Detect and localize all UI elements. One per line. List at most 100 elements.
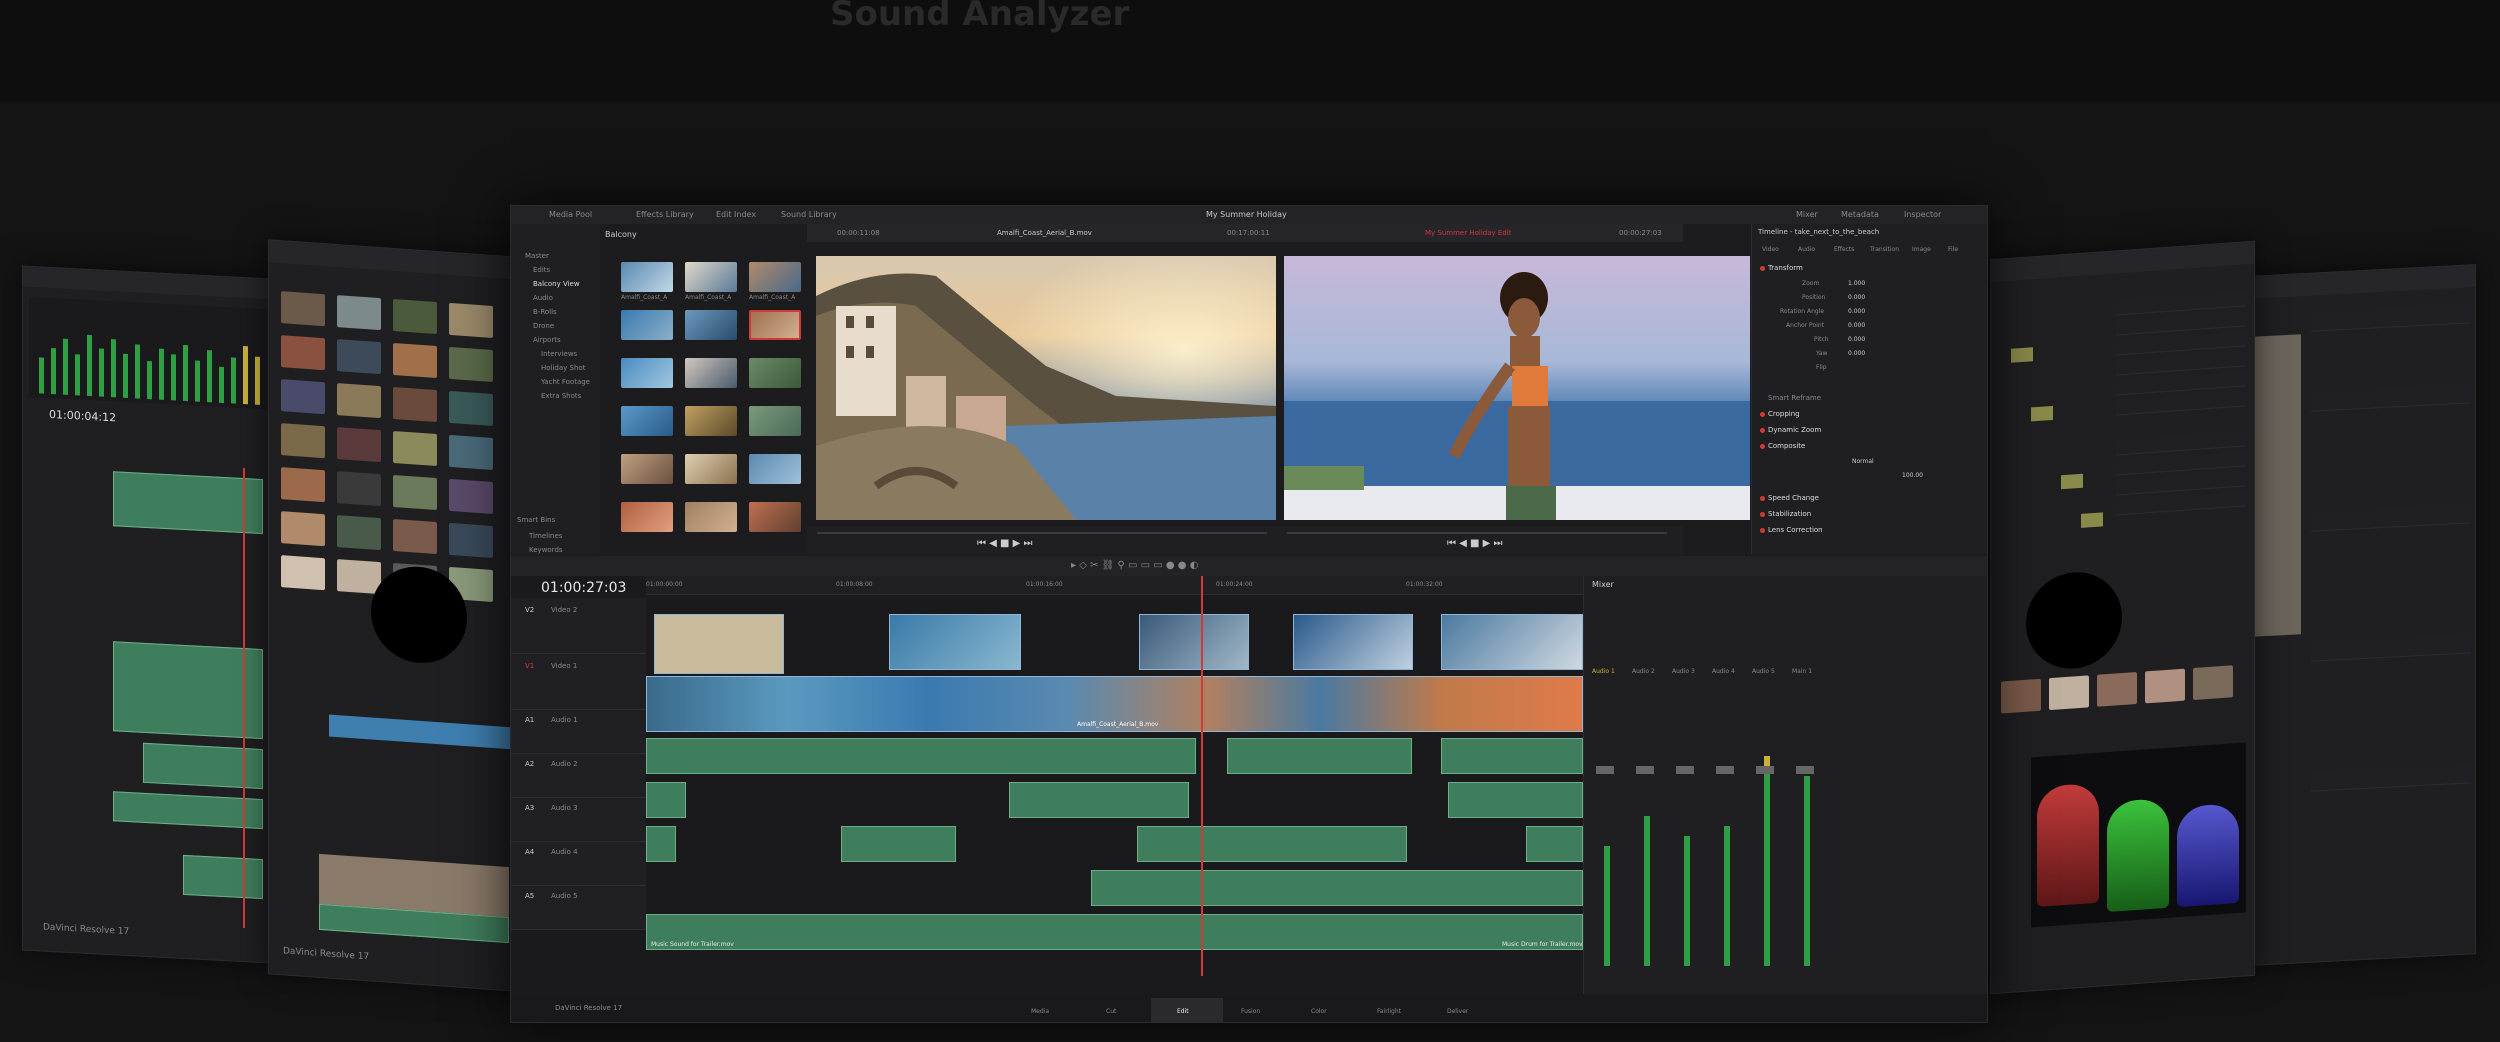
media-thumb[interactable] bbox=[685, 310, 737, 340]
edit-index-button[interactable]: Edit Index bbox=[716, 210, 756, 219]
media-thumb[interactable] bbox=[749, 262, 801, 292]
bin-item[interactable]: Airports bbox=[533, 336, 561, 344]
a3-clip[interactable] bbox=[841, 826, 956, 862]
bin-item[interactable]: B-Rolls bbox=[533, 308, 557, 316]
media-thumb[interactable] bbox=[685, 502, 737, 532]
row-value[interactable]: 0.000 bbox=[1848, 322, 1865, 329]
bin-item[interactable]: Interviews bbox=[541, 350, 577, 358]
row-value[interactable]: 0.000 bbox=[1848, 336, 1865, 343]
bin-item[interactable]: Edits bbox=[533, 266, 550, 274]
media-thumb[interactable] bbox=[621, 502, 673, 532]
timeline-ruler[interactable]: 01:00:00:00 01:00:08:00 01:00:16:00 01:0… bbox=[646, 576, 1583, 595]
bin-item[interactable]: Master bbox=[525, 252, 549, 260]
section-composite[interactable]: Composite bbox=[1768, 442, 1805, 450]
media-thumb[interactable] bbox=[749, 454, 801, 484]
source-viewer[interactable] bbox=[816, 256, 1276, 520]
a1-clip[interactable] bbox=[1227, 738, 1412, 774]
row-value[interactable]: 0.000 bbox=[1848, 308, 1865, 315]
left-audio-clip-4[interactable] bbox=[113, 791, 263, 830]
fader-knob[interactable] bbox=[1676, 766, 1694, 774]
effects-library-button[interactable]: Effects Library bbox=[636, 210, 694, 219]
section-smart-reframe[interactable]: Smart Reframe bbox=[1768, 394, 1821, 402]
left-audio-clip-5[interactable] bbox=[183, 854, 263, 900]
section-lens-correction[interactable]: Lens Correction bbox=[1768, 526, 1823, 534]
a3-clip[interactable] bbox=[646, 826, 676, 862]
a1-clip[interactable] bbox=[646, 738, 1196, 774]
inspector-tab-effects[interactable]: Effects bbox=[1834, 246, 1854, 253]
playhead[interactable] bbox=[1201, 576, 1203, 976]
program-viewer[interactable] bbox=[1284, 256, 1750, 520]
inspector-tab-file[interactable]: File bbox=[1948, 246, 1958, 253]
media-thumb[interactable] bbox=[749, 406, 801, 436]
section-dynamic-zoom[interactable]: Dynamic Zoom bbox=[1768, 426, 1821, 434]
v2-clip[interactable] bbox=[889, 614, 1021, 670]
mixer-button[interactable]: Mixer bbox=[1796, 210, 1818, 219]
metadata-button[interactable]: Metadata bbox=[1841, 210, 1879, 219]
bin-item[interactable]: Balcony View bbox=[533, 280, 580, 288]
section-speed-change[interactable]: Speed Change bbox=[1768, 494, 1819, 502]
fader-knob[interactable] bbox=[1756, 766, 1774, 774]
media-thumb[interactable] bbox=[685, 406, 737, 436]
bin-item[interactable]: Drone bbox=[533, 322, 554, 330]
media-thumb[interactable] bbox=[749, 502, 801, 532]
track-header-a3[interactable]: A3 Audio 3 bbox=[511, 798, 646, 842]
track-header-a1[interactable]: A1 Audio 1 bbox=[511, 710, 646, 754]
a2-clip[interactable] bbox=[1448, 782, 1583, 818]
a4-clip[interactable] bbox=[1091, 870, 1583, 906]
smart-bin-item[interactable]: Keywords bbox=[529, 546, 563, 554]
inspector-tab-audio[interactable]: Audio bbox=[1798, 246, 1815, 253]
media-thumb-selected[interactable] bbox=[749, 310, 801, 340]
page-tab-media[interactable]: Media bbox=[1031, 1008, 1049, 1015]
media-thumb[interactable] bbox=[685, 262, 737, 292]
a1-clip[interactable] bbox=[1441, 738, 1583, 774]
composite-mode[interactable]: Normal bbox=[1852, 458, 1874, 465]
track-header-a4[interactable]: A4 Audio 4 bbox=[511, 842, 646, 886]
track-header-a5[interactable]: A5 Audio 5 bbox=[511, 886, 646, 930]
fader-knob[interactable] bbox=[1636, 766, 1654, 774]
bin-item[interactable]: Extra Shots bbox=[541, 392, 581, 400]
v1-clip[interactable]: Amalfi_Coast_Aerial_B.mov bbox=[646, 676, 1583, 732]
page-tab-color[interactable]: Color bbox=[1311, 1008, 1327, 1015]
media-thumb[interactable] bbox=[621, 262, 673, 292]
media-thumb[interactable] bbox=[621, 310, 673, 340]
left-audio-clip-1[interactable] bbox=[113, 471, 263, 535]
a2-clip[interactable] bbox=[646, 782, 686, 818]
media-thumb[interactable] bbox=[621, 358, 673, 388]
track-header-v2[interactable]: V2 Video 2 bbox=[511, 598, 646, 654]
a2-clip[interactable] bbox=[1009, 782, 1189, 818]
section-transform[interactable]: Transform bbox=[1768, 264, 1803, 272]
fader-knob[interactable] bbox=[1796, 766, 1814, 774]
media-thumb[interactable] bbox=[749, 358, 801, 388]
media-thumb[interactable] bbox=[685, 358, 737, 388]
opacity-value[interactable]: 100.00 bbox=[1902, 472, 1923, 479]
sound-library-button[interactable]: Sound Library bbox=[781, 210, 837, 219]
edit-tools[interactable]: ▸ ◇ ✂ ⛓ ⚲ ▭ ▭ ▭ ● ● ◐ bbox=[1071, 560, 1198, 571]
program-play-controls[interactable]: ⏮ ◀ ■ ▶ ⏭ bbox=[1447, 538, 1503, 549]
smart-bin-item[interactable]: Timelines bbox=[529, 532, 562, 540]
row-value[interactable]: 1.000 bbox=[1848, 280, 1865, 287]
left-audio-clip-3[interactable] bbox=[143, 742, 263, 790]
v2-clip-title[interactable] bbox=[654, 614, 784, 674]
track-header-v1[interactable]: V1 Video 1 bbox=[511, 654, 646, 710]
media-thumb[interactable] bbox=[621, 406, 673, 436]
bin-item[interactable]: Yacht Footage bbox=[541, 378, 590, 386]
bin-item[interactable]: Audio bbox=[533, 294, 553, 302]
left-audio-clip-2[interactable] bbox=[113, 641, 263, 740]
section-cropping[interactable]: Cropping bbox=[1768, 410, 1800, 418]
inspector-button[interactable]: Inspector bbox=[1904, 210, 1941, 219]
media-pool-button[interactable]: Media Pool bbox=[549, 210, 592, 219]
inspector-tab-image[interactable]: Image bbox=[1912, 246, 1931, 253]
row-value[interactable]: 0.000 bbox=[1848, 294, 1865, 301]
page-tab-deliver[interactable]: Deliver bbox=[1447, 1008, 1468, 1015]
media-thumb[interactable] bbox=[621, 454, 673, 484]
page-tab-edit-active[interactable]: Edit bbox=[1151, 998, 1223, 1022]
bin-item[interactable]: Holiday Shot bbox=[541, 364, 585, 372]
inspector-tab-video[interactable]: Video bbox=[1762, 246, 1779, 253]
v2-clip[interactable] bbox=[1441, 614, 1583, 670]
track-header-a2[interactable]: A2 Audio 2 bbox=[511, 754, 646, 798]
v2-clip[interactable] bbox=[1139, 614, 1249, 670]
media-thumb[interactable] bbox=[685, 454, 737, 484]
row-value[interactable]: 0.000 bbox=[1848, 350, 1865, 357]
v2-clip[interactable] bbox=[1293, 614, 1413, 670]
source-play-controls[interactable]: ⏮ ◀ ■ ▶ ⏭ bbox=[977, 538, 1033, 549]
